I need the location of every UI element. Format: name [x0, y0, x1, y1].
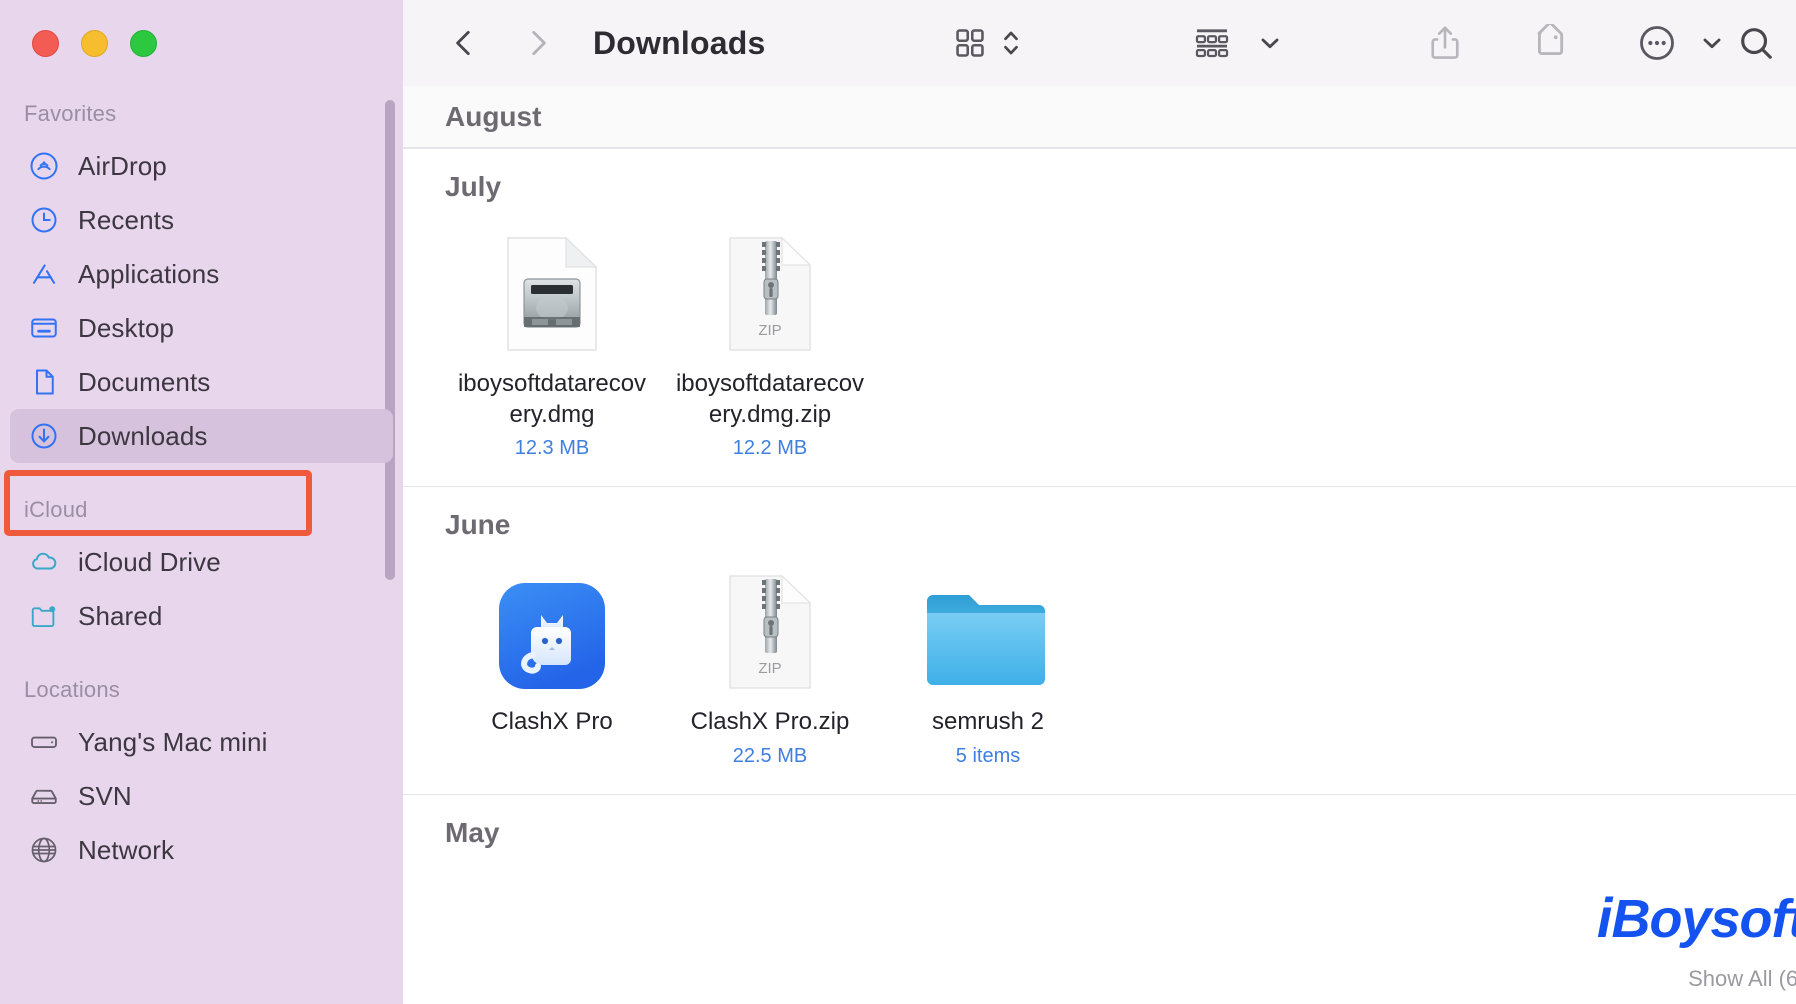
sidebar-item-label: Downloads [78, 420, 208, 451]
minimize-window-button[interactable] [81, 30, 108, 57]
desktop-icon [28, 312, 60, 344]
file-name: iboysoftdatarecovery.dmg.zip [675, 370, 865, 428]
sidebar-item-recents[interactable]: Recents [10, 193, 393, 247]
file-name: iboysoftdatarecovery.dmg [457, 370, 647, 428]
document-icon [28, 366, 60, 398]
folder-icon [923, 559, 1053, 691]
file-item[interactable]: ZIP ClashX Pro.zip 22.5 MB [661, 559, 879, 768]
view-mode-stepper[interactable] [993, 14, 1029, 72]
shared-folder-icon [28, 600, 60, 632]
sidebar-item-label: Network [78, 834, 175, 865]
main-area: Downloads August July iboysoftdatarecove… [403, 0, 1796, 1004]
sidebar-item-shared[interactable]: Shared [10, 589, 393, 643]
file-meta: 12.3 MB [514, 437, 590, 460]
show-all-label: Show All (6) [1688, 966, 1796, 991]
group-header-july: July [403, 149, 1796, 207]
group-by-button[interactable] [1187, 14, 1237, 72]
sidebar-item-label: Yang's Mac mini [78, 726, 268, 757]
svg-text:ZIP: ZIP [758, 322, 781, 339]
tags-button[interactable] [1525, 14, 1575, 72]
share-button[interactable] [1421, 14, 1469, 72]
file-item[interactable]: ClashX Pro [443, 559, 661, 768]
sidebar-item-label: iCloud Drive [78, 546, 221, 577]
sidebar-item-downloads[interactable]: Downloads [10, 409, 393, 463]
sidebar-item-label: Applications [78, 258, 220, 289]
mac-mini-icon [28, 726, 60, 758]
group-header-august: August [403, 86, 1796, 148]
airdrop-icon [28, 150, 60, 182]
file-meta: 12.2 MB [732, 437, 808, 460]
clashx-app-icon [497, 559, 607, 691]
sidebar-item-documents[interactable]: Documents [10, 355, 393, 409]
group-label: July [445, 171, 502, 202]
group-label: June [445, 509, 511, 541]
file-item[interactable]: semrush 2 5 items [879, 559, 1097, 768]
page-title: Downloads [593, 24, 766, 61]
sidebar-item-airdrop[interactable]: AirDrop [10, 139, 393, 193]
server-icon [28, 780, 60, 812]
view-mode-button[interactable] [947, 14, 993, 72]
file-row-july: iboysoftdatarecovery.dmg 12.3 MB ZIP ibo… [403, 207, 1796, 486]
file-meta: 22.5 MB [732, 745, 808, 768]
file-name: semrush 2 [931, 708, 1045, 736]
forward-button[interactable] [511, 16, 565, 70]
group-header-may: May [403, 795, 1796, 853]
zip-file-icon: ZIP [726, 559, 814, 691]
sidebar-section-favorites: Favorites [24, 101, 117, 126]
sidebar-item-label: SVN [78, 780, 132, 811]
file-row-june: ClashX Pro ZIP ClashX Pro.zip 22.5 MB se… [403, 545, 1796, 794]
back-button[interactable] [437, 16, 491, 70]
sidebar-item-label: AirDrop [78, 150, 167, 181]
file-name: ClashX Pro.zip [690, 708, 850, 736]
dmg-file-icon [504, 221, 600, 353]
sidebar-item-desktop[interactable]: Desktop [10, 301, 393, 355]
watermark-text: Boysoft [1611, 889, 1796, 949]
sidebar-item-label: Shared [78, 600, 163, 631]
svg-text:ZIP: ZIP [758, 660, 781, 677]
sidebar: Favorites AirDrop Recents Applications D… [0, 0, 403, 1004]
sidebar-item-label: Desktop [78, 312, 175, 343]
close-window-button[interactable] [32, 30, 59, 57]
clock-icon [28, 204, 60, 236]
file-meta: 5 items [955, 745, 1021, 768]
downloads-icon [28, 420, 60, 452]
more-chevron-down-icon[interactable] [1693, 14, 1731, 72]
sidebar-item-yangs-mac-mini[interactable]: Yang's Mac mini [10, 715, 393, 769]
file-item[interactable]: iboysoftdatarecovery.dmg 12.3 MB [443, 221, 661, 460]
file-item[interactable]: ZIP iboysoftdatarecovery.dmg.zip 12.2 MB [661, 221, 879, 460]
sidebar-item-label: Recents [78, 204, 175, 235]
applications-icon [28, 258, 60, 290]
sidebar-item-applications[interactable]: Applications [10, 247, 393, 301]
file-name: ClashX Pro [491, 708, 613, 736]
search-button[interactable] [1731, 14, 1781, 72]
traffic-lights [0, 0, 403, 57]
zip-file-icon: ZIP [726, 221, 814, 353]
maximize-window-button[interactable] [130, 30, 157, 57]
sidebar-section-locations: Locations [24, 677, 120, 702]
sidebar-item-svn[interactable]: SVN [10, 769, 393, 823]
iboysoft-watermark: i Boysoft [1596, 886, 1796, 949]
sidebar-section-icloud: iCloud [24, 497, 88, 522]
group-header-june: June [403, 487, 1796, 545]
watermark-prefix: i [1596, 886, 1613, 949]
sidebar-item-network[interactable]: Network [10, 823, 393, 877]
group-label: May [445, 817, 500, 849]
cloud-icon [28, 546, 60, 578]
sidebar-item-icloud-drive[interactable]: iCloud Drive [10, 535, 393, 589]
more-button[interactable] [1631, 14, 1683, 72]
globe-icon [28, 834, 60, 866]
sidebar-item-label: Documents [78, 366, 211, 397]
finder-window: Favorites AirDrop Recents Applications D… [0, 0, 1796, 1004]
toolbar: Downloads [403, 0, 1796, 86]
group-by-chevron-down-icon[interactable] [1251, 14, 1289, 72]
group-label: August [445, 100, 542, 132]
file-browser[interactable]: August July iboysoftdatarecovery.dmg 12.… [403, 86, 1796, 1004]
